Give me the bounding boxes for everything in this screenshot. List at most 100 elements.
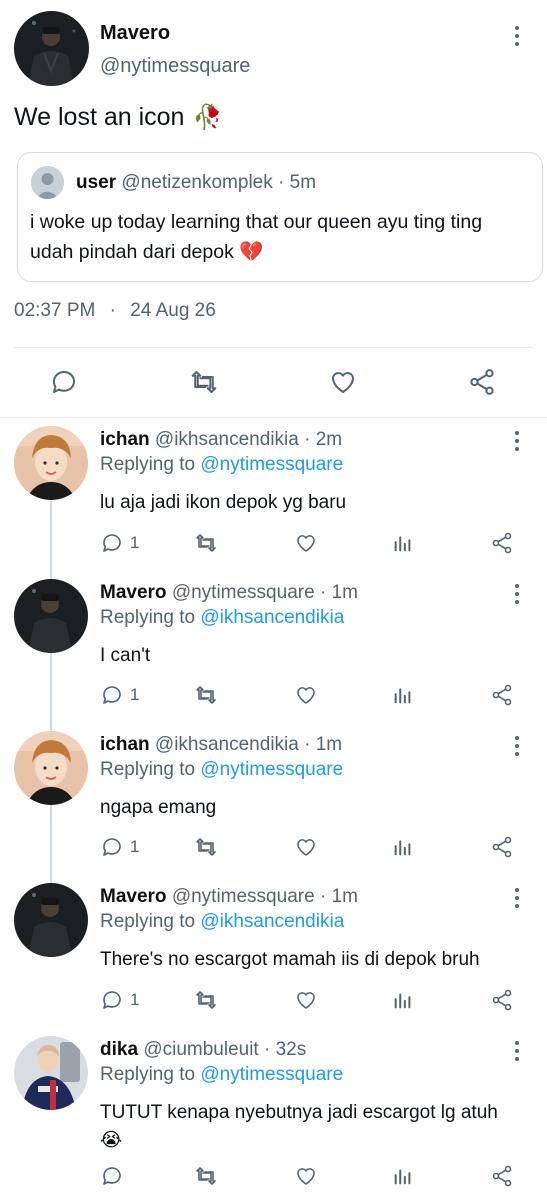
reply-button[interactable]: 1	[100, 682, 139, 708]
reply-header: Mavero @nytimessquare · 1m	[100, 886, 358, 908]
retweet-icon[interactable]	[194, 530, 218, 556]
replying-to-mention[interactable]: @ikhsancendikia	[200, 911, 344, 932]
separator: ·	[304, 734, 311, 755]
quote-text-container: i woke up today learning that our queen …	[30, 207, 530, 267]
reply-tweet[interactable]: Mavero @nytimessquare · 1m Replying to @…	[0, 579, 547, 729]
replying-to-mention[interactable]: @nytimessquare	[200, 454, 343, 475]
tweet-time: 02:37 PM	[14, 300, 96, 321]
more-options-icon[interactable]	[512, 734, 522, 758]
main-author-name[interactable]: Mavero	[100, 22, 170, 45]
replying-to: Replying to @ikhsancendikia	[100, 607, 344, 629]
share-icon[interactable]	[490, 682, 514, 708]
analytics-icon[interactable]	[392, 1163, 414, 1189]
reply-author-handle[interactable]: @ikhsancendikia	[155, 429, 299, 450]
reply-text-container: TUTUT kenapa nyebutnya jadi escargot lg …	[100, 1099, 530, 1155]
more-options-icon[interactable]	[512, 886, 522, 910]
share-icon[interactable]	[490, 530, 514, 556]
share-icon[interactable]	[490, 987, 514, 1013]
like-icon[interactable]	[294, 987, 318, 1013]
like-icon[interactable]	[294, 530, 318, 556]
reply-author-name[interactable]: Mavero	[100, 886, 167, 907]
avatar-mavero[interactable]	[14, 579, 88, 653]
quote-time: 5m	[289, 172, 317, 193]
reply-tweet[interactable]: ichan @ikhsancendikia · 1m Replying to @…	[0, 731, 547, 881]
replying-to-mention[interactable]: @nytimessquare	[200, 759, 343, 780]
reply-icon	[103, 838, 121, 856]
more-options-icon[interactable]	[512, 429, 522, 453]
reply-author-handle[interactable]: @nytimessquare	[172, 886, 315, 907]
reply-time: 1m	[331, 582, 358, 603]
replying-to: Replying to @nytimessquare	[100, 1064, 343, 1086]
analytics-icon[interactable]	[392, 987, 414, 1013]
avatar-mavero[interactable]	[14, 11, 89, 86]
share-icon[interactable]	[467, 367, 497, 397]
avatar-dika[interactable]	[14, 1036, 88, 1110]
reply-icon[interactable]	[49, 367, 79, 397]
avatar-ichan[interactable]	[14, 426, 88, 500]
reply-tweet[interactable]: ichan @ikhsancendikia · 2m Replying to @…	[0, 426, 547, 576]
timestamp-separator: ·	[109, 300, 116, 321]
broken-heart-emoji: 💔	[239, 241, 264, 263]
main-author-handle[interactable]: @nytimessquare	[100, 55, 250, 78]
reply-author-handle[interactable]: @nytimessquare	[172, 582, 315, 603]
wilted-rose-emoji: 🥀	[192, 104, 223, 131]
tweet-date: 24 Aug 26	[130, 300, 216, 321]
quoted-tweet[interactable]: user @netizenkomplek · 5m i woke up toda…	[17, 152, 543, 282]
reply-actions	[100, 1163, 530, 1189]
replying-to: Replying to @nytimessquare	[100, 454, 343, 476]
reply-tweet[interactable]: dika @ciumbuleuit · 32s Replying to @nyt…	[0, 1036, 547, 1199]
reply-count: 1	[130, 533, 140, 552]
replying-to-mention[interactable]: @ikhsancendikia	[200, 607, 344, 628]
reply-actions: 1	[100, 834, 530, 860]
reply-time: 32s	[275, 1039, 307, 1060]
reply-button[interactable]: 1	[100, 834, 139, 860]
separator: ·	[319, 582, 327, 603]
more-options-icon[interactable]	[512, 24, 522, 48]
retweet-icon[interactable]	[189, 367, 219, 397]
replying-to-label: Replying to	[100, 454, 196, 475]
analytics-icon[interactable]	[392, 834, 414, 860]
reply-author-name[interactable]: ichan	[100, 429, 150, 450]
reply-tweet[interactable]: Mavero @nytimessquare · 1m Replying to @…	[0, 883, 547, 1033]
reply-time: 1m	[315, 734, 343, 755]
retweet-icon[interactable]	[194, 834, 218, 860]
quote-separator: ·	[278, 172, 285, 193]
reply-button[interactable]: 1	[100, 987, 139, 1013]
share-icon[interactable]	[490, 1163, 514, 1189]
reply-button[interactable]	[100, 1163, 130, 1189]
avatar-mavero[interactable]	[14, 883, 88, 957]
main-tweet-text-container: We lost an icon 🥀	[14, 103, 222, 132]
reply-text: ngapa emang	[100, 797, 217, 818]
avatar-ichan[interactable]	[14, 731, 88, 805]
reply-header: ichan @ikhsancendikia · 2m	[100, 429, 342, 451]
reply-icon	[103, 1167, 121, 1185]
reply-author-name[interactable]: dika	[100, 1039, 138, 1060]
more-options-icon[interactable]	[512, 582, 522, 606]
replying-to-label: Replying to	[100, 1064, 196, 1085]
like-icon[interactable]	[294, 682, 318, 708]
reply-text: There's no escargot mamah iis di depok b…	[100, 949, 480, 970]
replying-to-mention[interactable]: @nytimessquare	[200, 1064, 343, 1085]
retweet-icon[interactable]	[194, 682, 218, 708]
reply-author-name[interactable]: ichan	[100, 734, 150, 755]
like-icon[interactable]	[328, 367, 358, 397]
analytics-icon[interactable]	[392, 530, 414, 556]
retweet-icon[interactable]	[194, 1163, 218, 1189]
divider	[0, 417, 547, 418]
like-icon[interactable]	[294, 834, 318, 860]
reply-author-handle[interactable]: @ciumbuleuit	[143, 1039, 258, 1060]
reply-author-handle[interactable]: @ikhsancendikia	[155, 734, 299, 755]
retweet-icon[interactable]	[194, 987, 218, 1013]
analytics-icon[interactable]	[392, 682, 414, 708]
reply-author-name[interactable]: Mavero	[100, 582, 167, 603]
main-tweet-text: We lost an icon	[14, 103, 185, 131]
reply-button[interactable]: 1	[100, 530, 139, 556]
like-icon[interactable]	[294, 1163, 318, 1189]
replying-to-label: Replying to	[100, 607, 196, 628]
share-icon[interactable]	[490, 834, 514, 860]
reply-text: lu aja jadi ikon depok yg baru	[100, 492, 347, 513]
reply-count: 1	[130, 837, 140, 856]
replying-to: Replying to @ikhsancendikia	[100, 911, 344, 933]
reply-time: 2m	[315, 429, 343, 450]
more-options-icon[interactable]	[512, 1039, 522, 1063]
